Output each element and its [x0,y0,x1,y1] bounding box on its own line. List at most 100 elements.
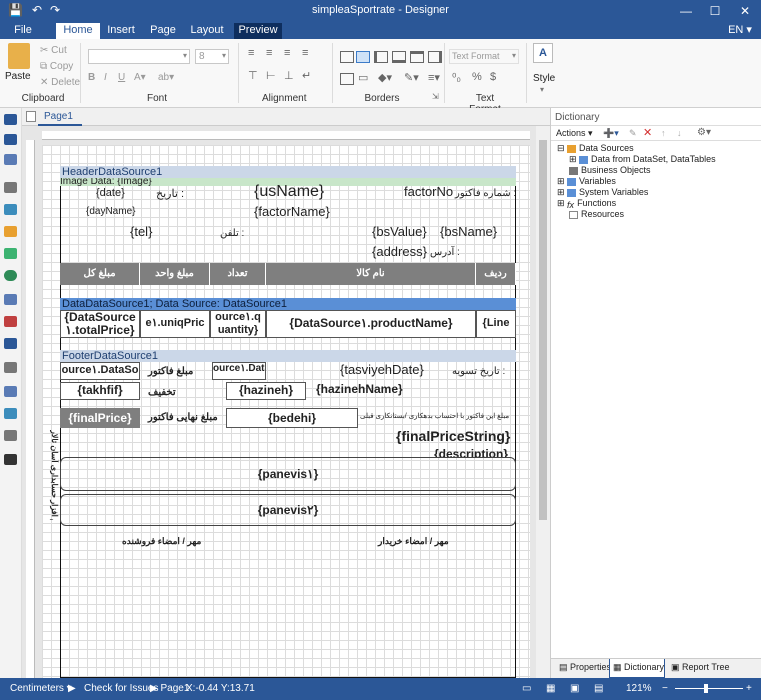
paste-button[interactable]: Paste [5,71,31,82]
tab-report-tree[interactable]: ▣ Report Tree [671,662,730,673]
bedehi-label[interactable]: مبلغ این فاکتور با احتساب بدهکاری /بستان… [360,412,514,420]
hazineh-cell[interactable]: {hazineh} [226,382,306,400]
description-field[interactable]: {description} [434,447,514,457]
factor-no-field[interactable]: factorNo [404,184,453,199]
tab-insert[interactable]: Insert [102,23,140,39]
scrollbar-thumb[interactable] [539,140,547,520]
select-icon[interactable] [4,114,17,125]
style-icon[interactable]: A [533,43,553,63]
move-up-icon[interactable]: ↑ [661,128,666,138]
bs-value-field[interactable]: {bsValue} [372,224,427,239]
day-name-field[interactable]: {dayName} [86,206,135,217]
map-icon[interactable] [4,270,17,281]
tab-page[interactable]: Page [146,23,180,39]
tree-data-sources[interactable]: ⊟ Data Sources [557,143,634,154]
chevron-down-icon[interactable]: ▾ [540,85,544,94]
column-header[interactable]: نام کالا [266,263,476,285]
page-selector[interactable]: ▶ Page1 [150,683,189,694]
bold-button[interactable]: B [88,72,95,83]
view-mode-icon[interactable]: ▦ [546,683,555,694]
date-label[interactable]: تاریخ : [156,187,184,200]
language-selector[interactable]: EN ▾ [726,23,754,39]
word-wrap-icon[interactable]: ↵ [302,69,311,82]
header-band[interactable]: HeaderDataSource1 [60,166,516,178]
shape-icon[interactable] [4,316,17,327]
tel-label[interactable]: تلفن : [220,228,244,239]
footer-ds2-cell[interactable]: ource١.Data [212,362,266,380]
data-band[interactable]: DataDataSource1; Data Source: DataSource… [60,298,516,310]
currency-icon[interactable]: $ [490,71,496,83]
paste-icon[interactable] [8,43,30,69]
tab-page1[interactable]: Page1 [44,111,73,122]
move-down-icon[interactable]: ↓ [677,128,682,138]
uniq-price-cell[interactable]: e١.uniqPric [140,310,210,338]
border-style-icon[interactable]: ≡▾ [428,71,440,84]
zoom-in-icon[interactable]: + [746,683,752,694]
subreport-icon[interactable] [4,386,17,397]
factor-amount-label[interactable]: مبلغ فاکتور [148,366,193,377]
chart-icon[interactable] [4,226,17,237]
panevis2-box[interactable]: {panevis٢} [60,494,516,526]
final-price-string-field[interactable]: {finalPriceString} [396,428,510,444]
font-family-combo[interactable]: ▾ [88,49,190,64]
border-top-button[interactable] [410,51,424,63]
style-button[interactable]: Style [533,73,555,84]
align-center-icon[interactable]: ≡ [266,47,272,59]
font-color-button[interactable]: A▾ [134,72,146,83]
border-all-button[interactable] [356,51,370,63]
tasviyeh-date-field[interactable]: {tasviyehDate} [340,362,424,377]
cross-band-icon[interactable] [4,154,17,165]
fill-color-icon[interactable]: ◆▾ [378,71,392,84]
image-icon[interactable] [4,204,17,215]
tab-home[interactable]: Home [56,23,100,39]
border-right-button[interactable] [428,51,442,63]
tab-layout[interactable]: Layout [186,23,228,39]
highlight-button[interactable]: ab▾ [158,72,174,83]
align-middle-icon[interactable]: ⊢ [266,69,276,82]
vertical-scrollbar[interactable] [536,126,550,678]
zoom-slider-thumb[interactable] [704,684,708,693]
vertical-watermark-text[interactable]: نرم افزار حسابداری آسان تالار [45,430,59,520]
column-header[interactable]: مبلغ کل [60,263,140,285]
align-bottom-icon[interactable]: ⊥ [284,69,294,82]
richtext-icon[interactable] [4,430,17,441]
bedehi-cell[interactable]: {bedehi} [226,408,358,428]
address-label[interactable]: آدرس : [430,247,460,258]
final-price-cell[interactable]: {finalPrice} [60,408,140,428]
tab-properties[interactable]: ▤ Properties [559,662,611,673]
play-icon[interactable]: ▶ [68,683,76,694]
tools-icon[interactable] [4,454,17,465]
factor-no-label[interactable]: شماره فاکتور : [455,188,516,199]
align-left-icon[interactable]: ≡ [248,47,254,59]
check-issues-button[interactable]: Check for Issues [84,683,158,694]
table-icon[interactable] [4,338,17,349]
cut-button[interactable]: ✂ Cut [40,45,67,56]
zoom-out-icon[interactable]: − [662,683,668,694]
close-icon[interactable]: ✕ [731,2,759,20]
gauge-icon[interactable] [4,248,17,259]
seller-signature-label[interactable]: مهر / امضاء فروشنده [122,536,201,547]
tree-system-variables[interactable]: ⊞ System Variables [557,187,648,198]
format-icon[interactable]: ⁰₀ [452,71,461,84]
discount-label[interactable]: تخفیف [148,387,176,398]
hazineh-name-field[interactable]: {hazinehName} [316,382,403,396]
tab-dictionary[interactable]: ▦ Dictionary [613,662,664,673]
tree-dataset[interactable]: ⊞ Data from DataSet, DataTables [569,154,716,165]
address-field[interactable]: {address} [372,244,427,259]
footer-ds-cell[interactable]: ource١.DataSo [60,362,140,380]
tasviyeh-date-label[interactable]: تاریخ تسویه : [452,366,505,377]
band-icon[interactable] [4,134,17,145]
units-selector[interactable]: Centimeters ▾ [10,683,72,694]
takhfif-cell[interactable]: {takhfif} [60,382,140,400]
edit-icon[interactable]: ✎ [629,128,637,139]
total-price-cell[interactable]: {DataSource ١.totalPrice} [60,310,140,338]
settings-icon[interactable]: ⚙▾ [697,127,711,138]
percent-icon[interactable]: % [472,71,482,83]
new-item-icon[interactable]: ➕▾ [603,128,619,139]
align-right-icon[interactable]: ≡ [284,47,290,59]
bs-name-field[interactable]: {bsName} [440,224,497,239]
border-none-button[interactable] [340,51,354,63]
line-cell[interactable]: {Line [476,310,516,338]
checkbox-icon[interactable] [4,408,17,419]
barcode-icon[interactable] [4,362,17,373]
